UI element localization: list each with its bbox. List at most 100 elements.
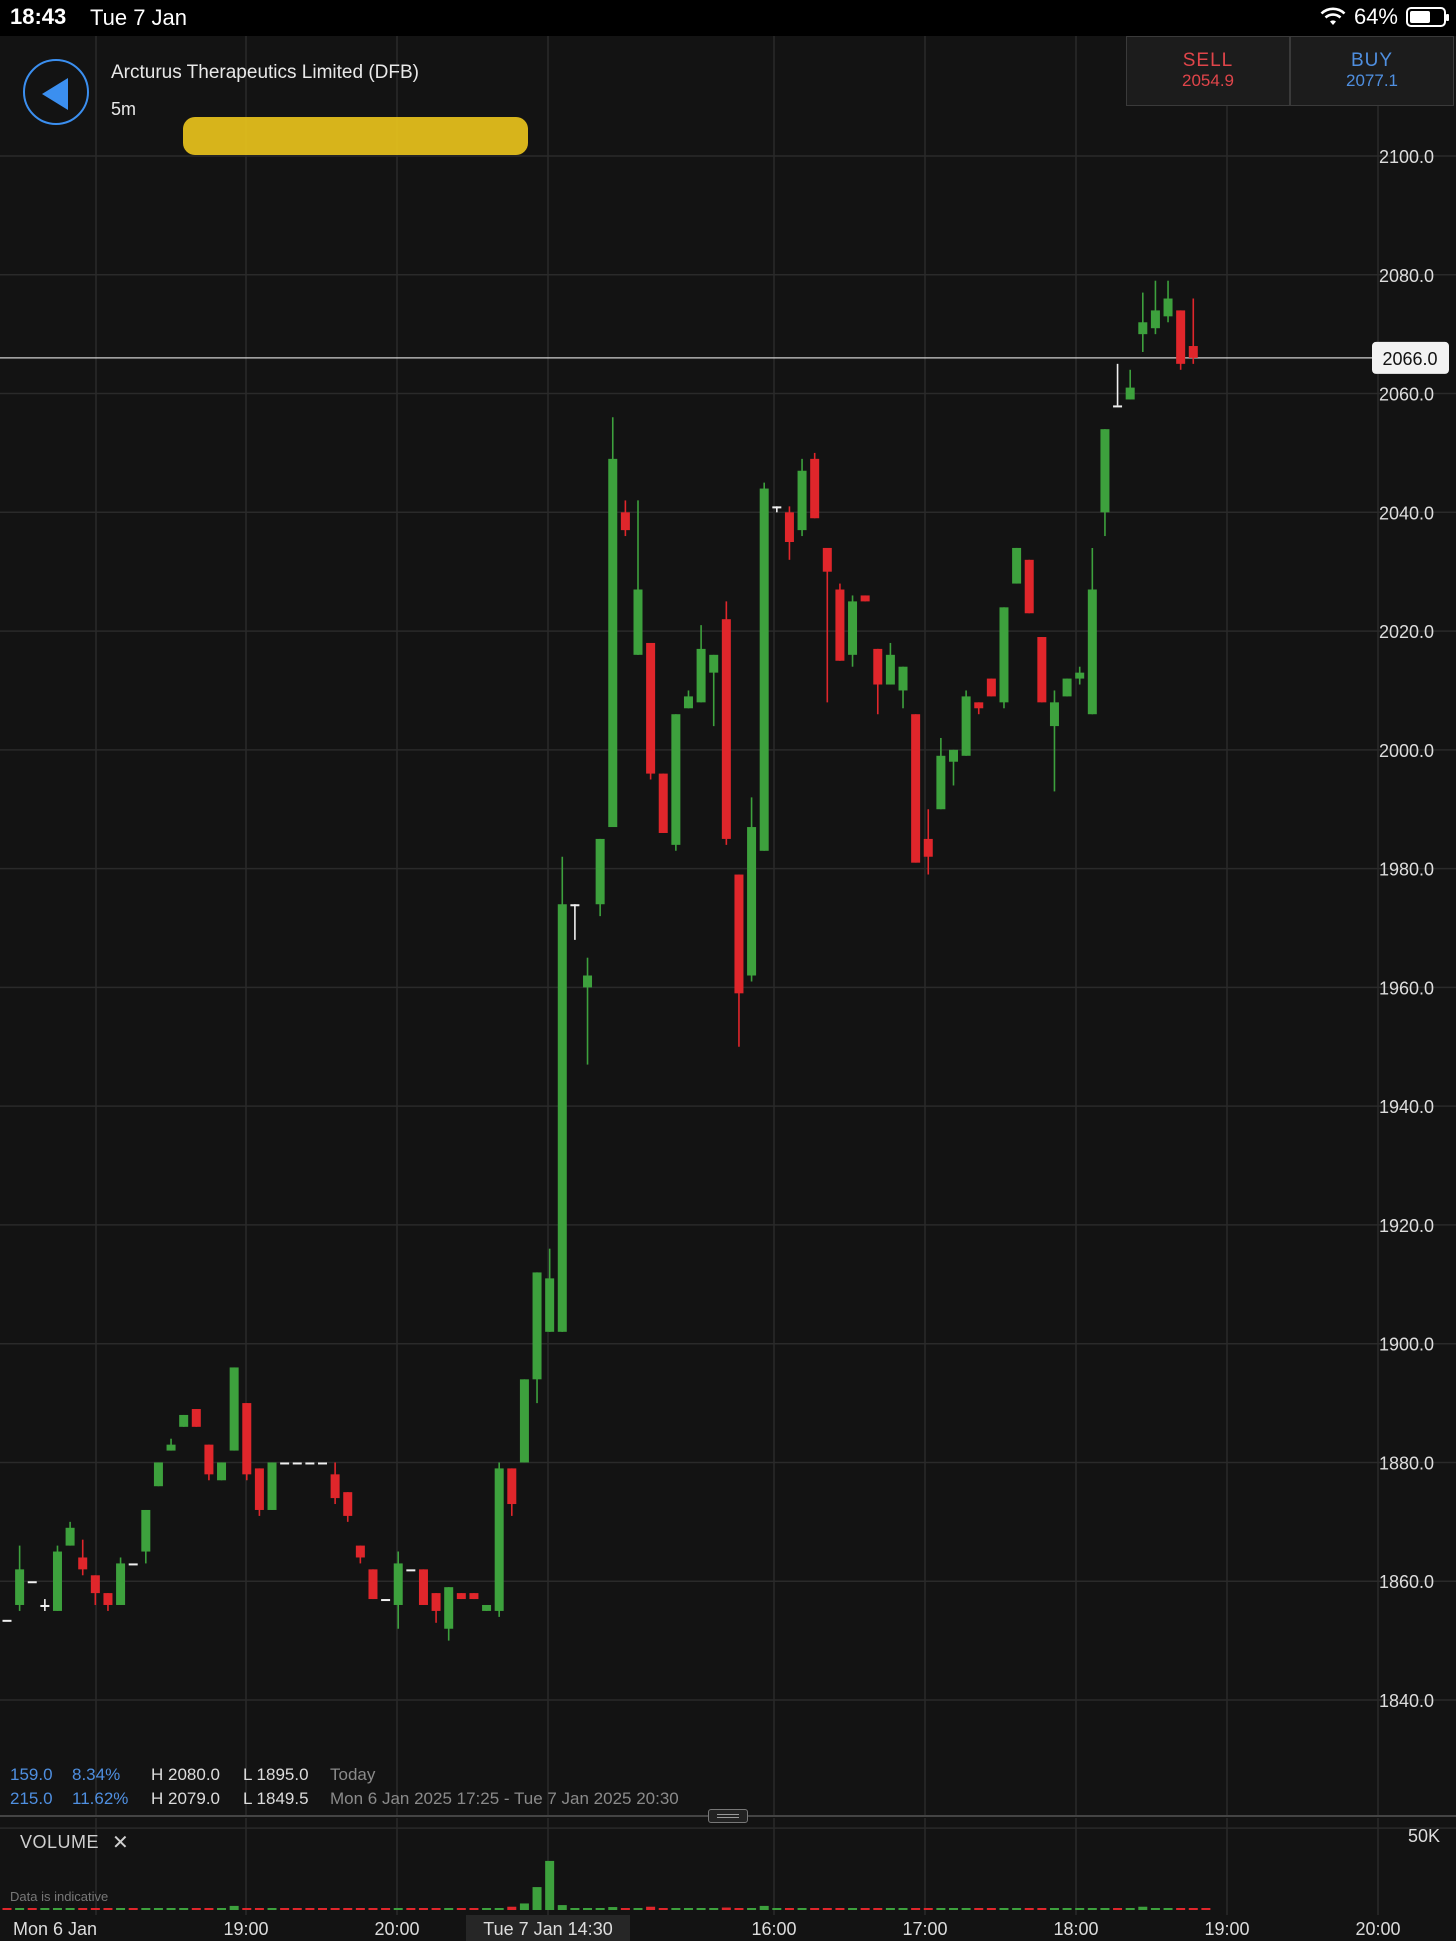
data-disclaimer: Data is indicative: [10, 1889, 109, 1904]
candle: [456, 1593, 466, 1600]
buy-button[interactable]: BUY 2077.1: [1290, 36, 1454, 106]
candle: [1125, 369, 1135, 400]
candle-body: [280, 1462, 290, 1465]
candle-body: [835, 589, 845, 661]
candle-body: [583, 975, 593, 988]
volume-bar: [595, 1908, 605, 1910]
candle: [683, 690, 693, 709]
volume-bar: [103, 1908, 113, 1910]
wifi-icon: [1320, 7, 1346, 25]
candle-body: [1163, 298, 1173, 317]
candle-body: [469, 1593, 479, 1600]
volume-bar: [519, 1903, 529, 1910]
volume-bar: [1100, 1908, 1110, 1910]
candle: [393, 1551, 403, 1629]
candle-body: [2, 1619, 12, 1622]
volume-bar: [507, 1906, 517, 1910]
volume-bar: [90, 1908, 100, 1910]
candle-body: [1188, 346, 1198, 358]
volume-bar: [267, 1908, 277, 1910]
candle: [52, 1545, 62, 1611]
y-tick-label: 1940.0: [1379, 1097, 1434, 1117]
volume-bar: [292, 1908, 302, 1910]
candle: [848, 595, 858, 667]
volume-bar: [570, 1908, 580, 1910]
candle-body: [128, 1563, 138, 1566]
status-time: 18:43: [10, 4, 67, 29]
volume-bar: [65, 1908, 75, 1910]
volume-bar: [671, 1908, 681, 1910]
volume-bar: [1024, 1908, 1034, 1910]
candle: [444, 1587, 454, 1641]
candle-body: [936, 755, 946, 810]
volume-bar: [217, 1908, 227, 1910]
volume-bar: [1201, 1908, 1211, 1910]
volume-bar: [949, 1908, 958, 1910]
candle-body: [1138, 322, 1148, 335]
candle-body: [116, 1563, 126, 1605]
volume-bar: [469, 1908, 479, 1910]
candle-body: [911, 714, 921, 863]
pane-resize-handle[interactable]: [708, 1809, 748, 1823]
volume-bar: [179, 1908, 189, 1910]
interval-selector[interactable]: 5m: [111, 99, 136, 120]
candle: [986, 678, 996, 697]
candle: [116, 1557, 126, 1605]
candle: [860, 595, 870, 602]
y-tick-label: 1840.0: [1379, 1691, 1434, 1711]
volume-bar: [545, 1860, 555, 1910]
candle: [519, 1379, 529, 1463]
candle: [835, 583, 845, 661]
candle: [532, 1272, 542, 1404]
candle: [65, 1521, 75, 1546]
candle: [898, 666, 908, 709]
candle-body: [418, 1569, 428, 1605]
volume-bar: [166, 1908, 176, 1910]
candle-body: [15, 1569, 25, 1605]
volume-bar: [381, 1908, 391, 1910]
candle-body: [494, 1468, 504, 1611]
candle-body: [1113, 405, 1123, 408]
price-chart[interactable]: 2100.0 2080.0 2060.0 2040.0 2020.0 2000.0 1980…: [0, 0, 1456, 1941]
candle: [229, 1367, 239, 1451]
volume-bar: [128, 1908, 138, 1910]
candle: [658, 773, 668, 833]
candle-body: [683, 696, 693, 709]
candle: [280, 1462, 290, 1465]
volume-bar: [1075, 1908, 1085, 1910]
candle: [709, 654, 719, 727]
volume-bar: [583, 1908, 593, 1910]
volume-bar: [242, 1908, 252, 1910]
volume-bar: [204, 1908, 214, 1910]
volume-bar: [532, 1887, 542, 1910]
candle: [620, 500, 630, 537]
candle-body: [267, 1462, 277, 1510]
volume-bar: [721, 1907, 731, 1910]
sell-button[interactable]: SELL 2054.9: [1126, 36, 1290, 106]
candle: [153, 1462, 163, 1487]
candle-body: [885, 654, 895, 685]
volume-bar: [116, 1908, 126, 1910]
volume-close-icon[interactable]: ✕: [112, 1830, 129, 1855]
candle-body: [166, 1444, 176, 1451]
candle-body: [1176, 310, 1186, 364]
candle-body: [1075, 672, 1085, 679]
volume-bar: [696, 1908, 706, 1910]
candle: [1049, 690, 1059, 792]
candle: [15, 1545, 25, 1611]
candle-body: [519, 1379, 529, 1463]
candle-body: [810, 458, 820, 519]
candle-body: [696, 648, 706, 703]
volume-bar: [418, 1908, 428, 1910]
low-range: L 1849.5: [243, 1789, 309, 1808]
volume-bar: [1138, 1906, 1148, 1910]
volume-bar: [2, 1908, 12, 1910]
candle: [1150, 280, 1160, 335]
volume-bar: [280, 1908, 290, 1910]
candle-body: [355, 1545, 365, 1558]
candle-body: [191, 1409, 201, 1427]
back-button[interactable]: [23, 59, 89, 125]
candle-body: [431, 1593, 441, 1611]
volume-bar: [633, 1908, 643, 1910]
candle: [810, 452, 820, 519]
